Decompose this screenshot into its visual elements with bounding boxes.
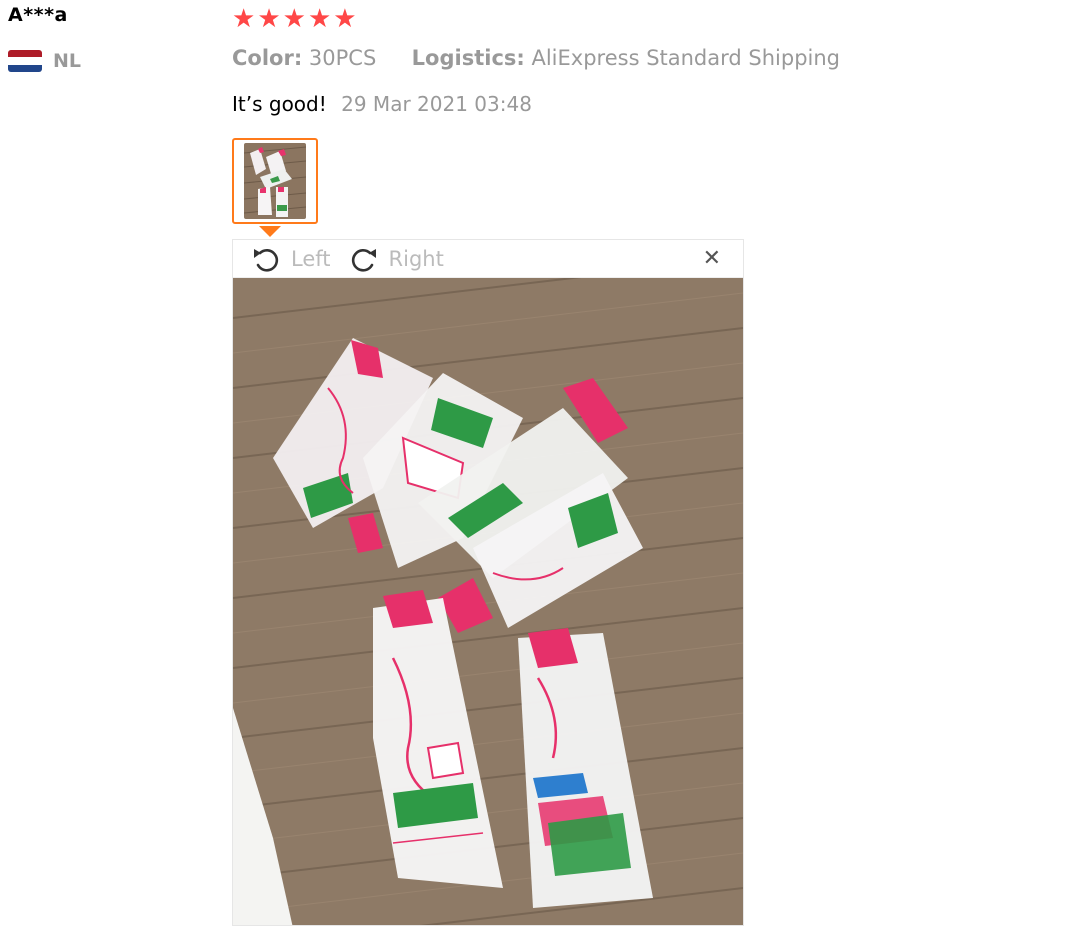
logistics-value: AliExpress Standard Shipping — [531, 46, 841, 70]
review-feedback: It’s good! 29 Mar 2021 03:48 — [232, 92, 532, 116]
country-code: NL — [53, 50, 82, 72]
photo-viewer: Left Right ✕ — [232, 239, 744, 926]
logistics-label: Logistics: — [411, 46, 525, 70]
order-specs: Color: 30PCS Logistics: AliExpress Stand… — [232, 46, 840, 70]
star-icon: ★ — [333, 4, 357, 34]
rotate-right-label: Right — [388, 246, 444, 271]
rotate-right-icon — [351, 248, 376, 272]
review-date: 29 Mar 2021 03:48 — [341, 92, 532, 116]
thumbnail-pointer — [259, 226, 281, 237]
reviewer-country: NL — [8, 50, 81, 72]
thumbnail-image — [243, 143, 307, 219]
netherlands-flag-icon — [8, 50, 42, 72]
star-icon: ★ — [307, 4, 332, 34]
rotate-left-button[interactable]: Left — [251, 245, 331, 273]
star-icon: ★ — [257, 4, 281, 34]
review-text: It’s good! — [232, 92, 327, 116]
close-icon[interactable]: ✕ — [703, 248, 721, 270]
star-rating: ★ ★ ★ ★ ★ — [232, 6, 357, 32]
rotate-left-label: Left — [291, 246, 331, 271]
color-label: Color: — [232, 46, 303, 70]
rotate-right-button[interactable]: Right — [349, 245, 444, 273]
rotate-left-icon — [254, 248, 279, 272]
star-icon: ★ — [282, 4, 306, 34]
photo-viewer-toolbar: Left Right ✕ — [233, 240, 743, 278]
review-photo-thumbnail[interactable] — [232, 138, 318, 224]
color-value: 30PCS — [308, 46, 377, 70]
review-photo — [233, 278, 743, 925]
reviewer-name: A***a — [8, 4, 68, 26]
star-icon: ★ — [232, 4, 256, 34]
